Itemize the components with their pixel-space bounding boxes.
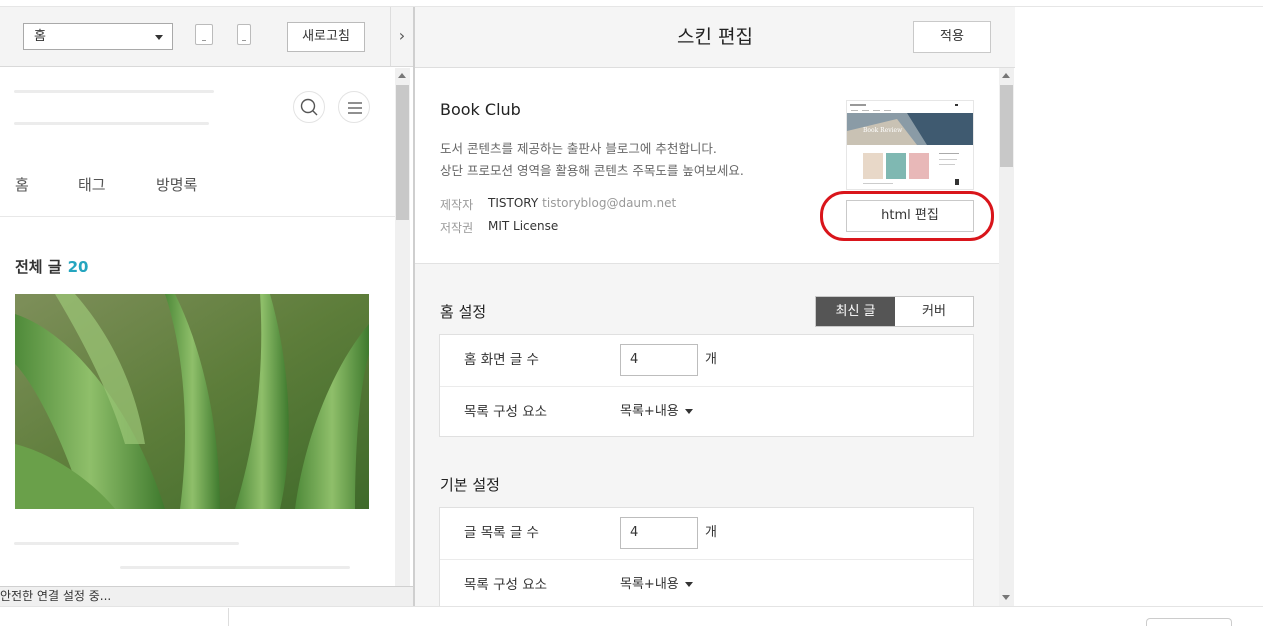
preview-scrollbar-thumb[interactable]: [396, 85, 409, 220]
collapse-panel-button[interactable]: ›: [390, 7, 413, 67]
nav-guestbook[interactable]: 방명록: [156, 174, 197, 195]
nav-tag[interactable]: 태그: [78, 174, 106, 195]
setting-label: 홈 화면 글 수: [464, 352, 539, 368]
scroll-down-icon[interactable]: [1002, 595, 1010, 600]
search-button[interactable]: [293, 91, 325, 123]
skin-thumbnail: Book Review: [846, 100, 974, 190]
bottom-strip: [0, 606, 1263, 626]
skin-name: Book Club: [440, 100, 521, 119]
home-post-count-input[interactable]: 4: [620, 344, 698, 376]
scroll-up-icon[interactable]: [398, 73, 406, 78]
setting-row: 목록 구성 요소 목록+내용: [440, 559, 973, 606]
editor-body: Book Club 도서 콘텐츠를 제공하는 출판사 블로그에 추천합니다. 상…: [415, 68, 999, 606]
tablet-view-icon[interactable]: [195, 24, 213, 45]
chevron-right-icon: ›: [398, 26, 406, 45]
setting-row: 목록 구성 요소 목록+내용: [440, 386, 973, 436]
caret-down-icon: [155, 35, 163, 40]
blurred-text: [14, 90, 214, 93]
author-name: TISTORY: [488, 196, 539, 210]
setting-label: 글 목록 글 수: [464, 525, 539, 541]
preview-toolbar: 홈 새로고침: [0, 7, 390, 67]
divider: [0, 216, 395, 217]
blurred-text: [120, 566, 350, 569]
home-settings-title: 홈 설정: [440, 303, 487, 321]
skin-description-line: 도서 콘텐츠를 제공하는 출판사 블로그에 추천합니다.: [440, 141, 717, 156]
divider: [228, 608, 229, 626]
author-label: 제작자: [440, 198, 474, 212]
mobile-view-icon[interactable]: [237, 24, 251, 45]
post-thumbnail-image[interactable]: [15, 294, 369, 509]
list-post-count-input[interactable]: 4: [620, 517, 698, 549]
status-bar: 안전한 연결 설정 중...: [0, 586, 413, 606]
all-posts-count: 20: [67, 258, 89, 276]
caret-down-icon: [684, 409, 693, 414]
hamburger-icon: [348, 102, 362, 114]
blurred-text: [14, 122, 209, 125]
search-icon: [300, 98, 318, 116]
editor-scrollbar-thumb[interactable]: [1000, 85, 1013, 167]
list-component-dropdown[interactable]: 목록+내용: [620, 560, 693, 606]
thumb-banner-text: Book Review: [863, 127, 903, 134]
basic-settings-title: 기본 설정: [440, 476, 500, 494]
page-select[interactable]: 홈: [23, 23, 173, 50]
scroll-up-icon[interactable]: [1002, 73, 1010, 78]
editor-header: 스킨 편집 적용: [415, 7, 1015, 68]
setting-row: 글 목록 글 수 4 개: [440, 508, 973, 558]
refresh-button[interactable]: 새로고침: [287, 22, 365, 52]
toggle-cover[interactable]: 커버: [895, 297, 973, 326]
home-settings-box: 홈 화면 글 수 4 개 목록 구성 요소 목록+내용: [439, 334, 974, 437]
status-text: 안전한 연결 설정 중...: [0, 589, 112, 603]
license-label: 저작권: [440, 221, 474, 235]
setting-label: 목록 구성 요소: [464, 404, 548, 420]
blog-preview: 홈 태그 방명록 전체 글 20: [0, 68, 395, 586]
skin-info-card: Book Club 도서 콘텐츠를 제공하는 출판사 블로그에 추천합니다. 상…: [415, 68, 999, 264]
skin-description-line: 상단 프로모션 영역을 활용해 콘텐츠 주목도를 높여보세요.: [440, 163, 744, 178]
all-posts-heading: 전체 글 20: [15, 256, 89, 277]
author-value: TISTORY tistoryblog@daum.net: [488, 196, 676, 210]
skin-preview-image: Book Review: [847, 101, 973, 189]
unit-label: 개: [705, 525, 717, 540]
apply-button[interactable]: 적용: [913, 21, 991, 53]
blurred-text: [14, 542, 239, 545]
menu-button[interactable]: [338, 91, 370, 123]
setting-label: 목록 구성 요소: [464, 577, 548, 593]
caret-down-icon: [684, 582, 693, 587]
author-email: tistoryblog@daum.net: [542, 196, 677, 210]
toggle-latest-posts[interactable]: 최신 글: [816, 297, 895, 326]
dropdown-value: 목록+내용: [620, 404, 679, 419]
license-value: MIT License: [488, 219, 559, 233]
setting-row: 홈 화면 글 수 4 개: [440, 335, 973, 385]
home-mode-toggle: 최신 글 커버: [815, 296, 974, 327]
aloe-plant-image: [15, 294, 369, 509]
basic-settings-box: 글 목록 글 수 4 개 목록 구성 요소 목록+내용: [439, 507, 974, 606]
dropdown-value: 목록+내용: [620, 577, 679, 592]
nav-home[interactable]: 홈: [15, 174, 29, 195]
page-select-value: 홈: [34, 29, 46, 44]
all-posts-label: 전체 글: [15, 258, 62, 276]
red-highlight-annotation: [820, 191, 994, 241]
list-component-dropdown[interactable]: 목록+내용: [620, 387, 693, 437]
bottom-button[interactable]: [1146, 618, 1232, 626]
unit-label: 개: [705, 352, 717, 367]
